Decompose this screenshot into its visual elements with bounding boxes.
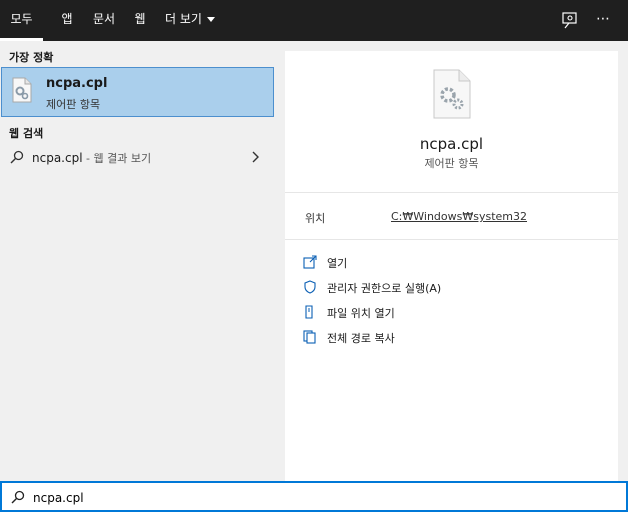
results-pane: 가장 정확 ncpa.cpl 제어판 항목 웹 검색 ncpa.cpl - 웹 … bbox=[0, 41, 280, 481]
tab-more-label: 더 보기 bbox=[165, 12, 202, 26]
best-match-title: ncpa.cpl bbox=[46, 76, 108, 91]
action-open-file-location-label: 파일 위치 열기 bbox=[327, 307, 395, 320]
divider bbox=[285, 192, 618, 193]
control-panel-file-large-icon bbox=[433, 69, 471, 119]
tab-more[interactable]: 더 보기 bbox=[159, 0, 221, 41]
web-result-suffix: - 웹 결과 보기 bbox=[82, 152, 152, 165]
best-match-subtitle: 제어판 항목 bbox=[46, 98, 101, 111]
open-icon bbox=[303, 255, 317, 269]
action-run-as-admin[interactable]: 관리자 권한으로 실행(A) bbox=[303, 277, 603, 299]
tab-apps[interactable]: 앱 bbox=[52, 0, 82, 41]
more-options-icon[interactable]: ⋯ bbox=[593, 10, 613, 30]
preview-subtitle: 제어판 항목 bbox=[424, 157, 479, 170]
chevron-down-icon bbox=[206, 17, 215, 22]
action-copy-full-path[interactable]: 전체 경로 복사 bbox=[303, 327, 603, 349]
divider bbox=[285, 239, 618, 240]
location-label: 위치 bbox=[305, 212, 326, 225]
search-icon bbox=[10, 150, 24, 164]
search-box[interactable] bbox=[0, 481, 628, 512]
copy-icon bbox=[303, 330, 316, 344]
chevron-right-icon[interactable] bbox=[250, 151, 260, 163]
action-run-as-admin-label: 관리자 권한으로 실행(A) bbox=[327, 282, 442, 295]
action-open-file-location[interactable]: 파일 위치 열기 bbox=[303, 302, 603, 324]
best-match-heading: 가장 정확 bbox=[9, 51, 54, 64]
tab-documents[interactable]: 문서 bbox=[87, 0, 121, 41]
web-result-query: ncpa.cpl bbox=[32, 151, 83, 165]
web-result-text: ncpa.cpl - 웹 결과 보기 bbox=[32, 150, 151, 166]
file-location-icon bbox=[305, 305, 313, 319]
control-panel-file-icon bbox=[12, 77, 32, 103]
search-category-bar: 모두 앱 문서 웹 더 보기 ⋯ bbox=[0, 0, 628, 41]
web-search-heading: 웹 검색 bbox=[9, 127, 44, 140]
action-copy-full-path-label: 전체 경로 복사 bbox=[327, 332, 395, 345]
search-input[interactable] bbox=[31, 486, 615, 510]
feedback-icon[interactable] bbox=[560, 10, 580, 30]
preview-title: ncpa.cpl bbox=[419, 135, 484, 153]
web-search-result[interactable]: ncpa.cpl - 웹 결과 보기 bbox=[1, 145, 274, 171]
tab-web[interactable]: 웹 bbox=[127, 0, 153, 41]
action-open-label: 열기 bbox=[327, 257, 348, 270]
shield-icon bbox=[304, 280, 316, 294]
preview-pane: ncpa.cpl 제어판 항목 위치 C:₩Windows₩system32 열… bbox=[285, 51, 618, 481]
tab-all[interactable]: 모두 bbox=[0, 0, 43, 41]
best-match-result[interactable]: ncpa.cpl 제어판 항목 bbox=[1, 67, 274, 117]
search-icon bbox=[11, 490, 25, 504]
location-link[interactable]: C:₩Windows₩system32 bbox=[391, 210, 527, 223]
action-open[interactable]: 열기 bbox=[303, 252, 603, 274]
